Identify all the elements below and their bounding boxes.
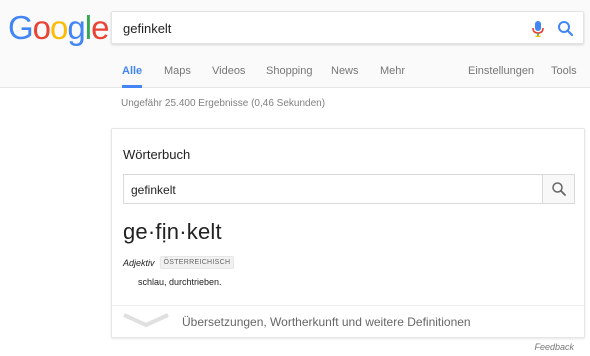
logo-letter-g2: g xyxy=(67,9,85,46)
search-box xyxy=(111,11,584,44)
search-icon xyxy=(552,182,566,196)
results-stats: Ungefähr 25.400 Ergebnisse (0,46 Sekunde… xyxy=(121,98,326,109)
card-title: Wörterbuch xyxy=(123,147,191,162)
search-icon[interactable] xyxy=(556,19,576,39)
dictionary-search xyxy=(123,174,575,204)
google-logo[interactable]: Google xyxy=(8,9,109,46)
top-bar: Google Alle Maps Videos Shopping News Me… xyxy=(0,0,590,88)
more-definitions-button[interactable]: Übersetzungen, Wortherkunft und weitere … xyxy=(112,305,584,337)
dictionary-card: Wörterbuch ge·fịn·kelt Adjektiv ÖSTERREI… xyxy=(111,128,585,338)
search-input[interactable] xyxy=(123,19,503,37)
tab-maps[interactable]: Maps xyxy=(164,64,191,88)
part-of-speech: Adjektiv xyxy=(123,257,155,268)
tab-videos[interactable]: Videos xyxy=(212,64,245,88)
chevron-down-icon xyxy=(123,313,169,327)
tab-alle[interactable]: Alle xyxy=(122,64,143,88)
logo-letter-o2: o xyxy=(50,9,68,46)
tab-tools[interactable]: Tools xyxy=(551,64,577,88)
dictionary-search-input[interactable] xyxy=(131,182,531,198)
dictionary-search-button[interactable] xyxy=(542,175,574,203)
tab-news[interactable]: News xyxy=(331,64,359,88)
feedback-link[interactable]: Feedback xyxy=(534,342,574,352)
tab-einstellungen[interactable]: Einstellungen xyxy=(468,64,534,88)
definition: schlau, durchtrieben. xyxy=(138,277,222,287)
headword: ge·fịn·kelt xyxy=(123,219,222,244)
region-badge: ÖSTERREICHISCH xyxy=(159,256,235,269)
logo-letter-g: G xyxy=(8,9,34,46)
logo-letter-e: e xyxy=(91,9,109,46)
search-tabs: Alle Maps Videos Shopping News Mehr Eins… xyxy=(0,64,590,88)
logo-letter-o1: o xyxy=(32,9,51,46)
microphone-icon[interactable] xyxy=(530,20,546,38)
more-definitions-label: Übersetzungen, Wortherkunft und weitere … xyxy=(182,315,471,329)
tab-shopping[interactable]: Shopping xyxy=(266,64,313,88)
part-of-speech-line: Adjektiv ÖSTERREICHISCH xyxy=(123,256,235,269)
tab-mehr[interactable]: Mehr xyxy=(380,64,405,88)
